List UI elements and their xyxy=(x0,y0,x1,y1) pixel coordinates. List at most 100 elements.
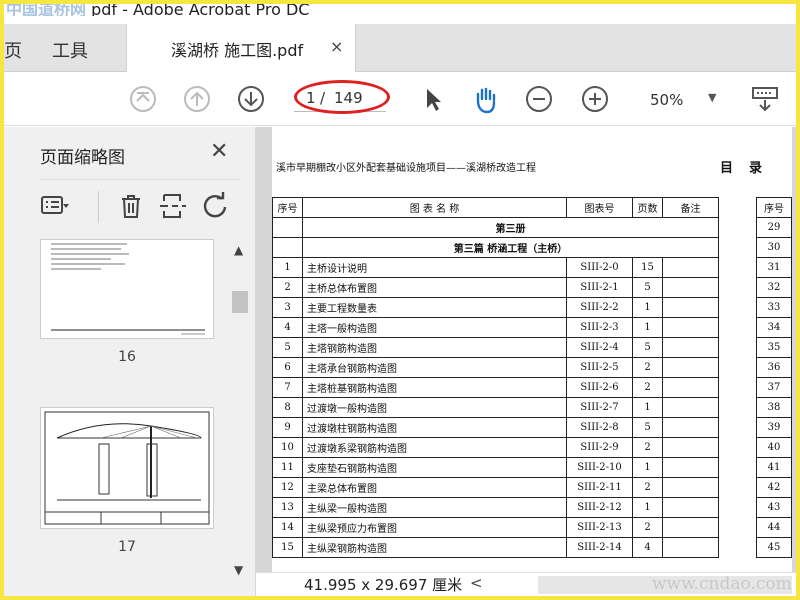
table-row: 12 主梁总体布置图 SIII-2-11 2 xyxy=(272,477,719,498)
cell-remark xyxy=(662,537,719,558)
cell-no: 32 xyxy=(756,277,792,298)
zoom-in-icon[interactable] xyxy=(580,84,610,114)
cell-code: SIII-2-12 xyxy=(566,497,633,518)
cell-code: SIII-2-11 xyxy=(566,477,633,498)
scroll-up-icon[interactable]: ▲ xyxy=(234,243,243,257)
cell-code: SIII-2-1 xyxy=(566,277,633,298)
rotate-icon[interactable] xyxy=(200,191,230,221)
hand-tool-icon[interactable] xyxy=(470,84,500,114)
table-row: 10 过渡墩系梁钢筋构造图 SIII-2-9 2 xyxy=(272,437,719,458)
tab-tools[interactable]: 工具 xyxy=(52,37,88,63)
tab-close-icon[interactable]: × xyxy=(330,37,343,56)
table-row: 38 xyxy=(756,397,792,418)
cell-pages: 2 xyxy=(632,477,663,498)
cell-pages: 15 xyxy=(632,257,663,278)
page-17-preview xyxy=(44,411,210,525)
options-menu-icon[interactable] xyxy=(40,191,70,221)
cell-no: 30 xyxy=(756,237,792,258)
table-row: 4 主塔一般构造图 SIII-2-3 1 xyxy=(272,317,719,338)
cell-no: 35 xyxy=(756,337,792,358)
cell-name: 过渡墩柱钢筋构造图 xyxy=(302,417,567,438)
contents-table-continued: 序号 29 30 31 32 33 34 35 36 37 38 39 40 41 42 43 44 45 xyxy=(756,197,792,558)
header-remark: 备注 xyxy=(662,197,719,218)
cell-pages: 2 xyxy=(632,517,663,538)
toolbar: 1 / 149 50% ▼ xyxy=(4,72,796,126)
cell-pages: 5 xyxy=(632,337,663,358)
table-row: 36 xyxy=(756,357,792,378)
scroll-left-icon[interactable]: < xyxy=(470,574,483,592)
cell-remark xyxy=(662,457,719,478)
cell-no: 7 xyxy=(272,377,303,398)
table-row: 7 主塔桩基钢筋构造图 SIII-2-6 2 xyxy=(272,377,719,398)
first-page-icon[interactable] xyxy=(128,84,158,114)
previous-page-icon[interactable] xyxy=(182,84,212,114)
cell-code: SIII-2-2 xyxy=(566,297,633,318)
zoom-select[interactable]: 50% ▼ xyxy=(634,89,726,113)
cell-no: 43 xyxy=(756,497,792,518)
cell-name: 主要工程数量表 xyxy=(302,297,567,318)
header-no: 序号 xyxy=(272,197,303,218)
cell-no: 34 xyxy=(756,317,792,338)
page-thumbnail[interactable] xyxy=(40,239,214,339)
table-row: 42 xyxy=(756,477,792,498)
cell-no: 37 xyxy=(756,377,792,398)
page-thumbnail[interactable] xyxy=(40,407,214,529)
cell-remark xyxy=(662,497,719,518)
cell-no: 2 xyxy=(272,277,303,298)
table-row: 13 主纵梁一般构造图 SIII-2-12 1 xyxy=(272,497,719,518)
cell-no: 12 xyxy=(272,477,303,498)
chapter-row: 第三篇 桥涵工程（主桥） xyxy=(272,237,719,258)
cell-no: 31 xyxy=(756,257,792,278)
table-row: 5 主塔钢筋构造图 SIII-2-4 5 xyxy=(272,337,719,358)
cell-code: SIII-2-13 xyxy=(566,517,633,538)
table-row: 31 xyxy=(756,257,792,278)
cell-code: SIII-2-5 xyxy=(566,357,633,378)
cell-pages: 2 xyxy=(632,437,663,458)
table-row: 29 xyxy=(756,217,792,238)
chevron-down-icon[interactable]: ▼ xyxy=(708,91,716,104)
cell-name: 主纵梁钢筋构造图 xyxy=(302,537,567,558)
cell-name: 主塔钢筋构造图 xyxy=(302,337,567,358)
cell-no: 45 xyxy=(756,537,792,558)
cell-code: SIII-2-3 xyxy=(566,317,633,338)
title-watermark: 中国道桥网 xyxy=(6,4,87,16)
tab-bar: 页 工具 溪湖桥 施工图.pdf × xyxy=(4,24,796,72)
cell-no: 14 xyxy=(272,517,303,538)
table-row: 39 xyxy=(756,417,792,438)
table-header-row: 序号 图 表 名 称 图表号 页数 备注 xyxy=(272,197,719,218)
zoom-out-icon[interactable] xyxy=(524,84,554,114)
document-heading: 溪市早期棚改小区外配套基础设施项目——溪湖桥改造工程 xyxy=(276,163,536,174)
scroll-down-icon[interactable]: ▼ xyxy=(234,563,243,577)
cell-no: 4 xyxy=(272,317,303,338)
close-icon[interactable]: ✕ xyxy=(210,139,228,164)
cell-no: 33 xyxy=(756,297,792,318)
trash-icon[interactable] xyxy=(116,191,146,221)
cell-remark xyxy=(662,397,719,418)
tab-home[interactable]: 页 xyxy=(4,37,22,63)
tab-document[interactable]: 溪湖桥 施工图.pdf × xyxy=(126,24,356,72)
thumbnail-scrollbar[interactable]: ▲ ▼ xyxy=(230,239,248,584)
cell-no: 5 xyxy=(272,337,303,358)
table-row: 2 主桥总体布置图 SIII-2-1 5 xyxy=(272,277,719,298)
cell-remark xyxy=(662,357,719,378)
next-page-icon[interactable] xyxy=(236,84,266,114)
cell-pages: 5 xyxy=(632,277,663,298)
cell-name: 主塔承台钢筋构造图 xyxy=(302,357,567,378)
select-cursor-icon[interactable] xyxy=(418,84,448,114)
page-dimensions: 41.995 x 29.697 厘米 xyxy=(304,576,463,594)
table-row: 34 xyxy=(756,317,792,338)
table-row: 33 xyxy=(756,297,792,318)
table-row: 30 xyxy=(756,237,792,258)
thumbnails-panel: 页面缩略图 ✕ 16 17 ▲ ▼ xyxy=(4,127,256,596)
site-watermark: www.cndao.com xyxy=(652,574,792,594)
extract-pages-icon[interactable] xyxy=(158,191,188,221)
table-row: 40 xyxy=(756,437,792,458)
scrollbar-thumb[interactable] xyxy=(232,291,248,313)
cell-remark xyxy=(662,317,719,338)
panel-toolbar xyxy=(40,189,240,223)
cell-no: 44 xyxy=(756,517,792,538)
highlight-annotation xyxy=(294,80,390,114)
cell-name: 主纵梁一般构造图 xyxy=(302,497,567,518)
keyboard-icon[interactable] xyxy=(750,84,780,114)
cell-remark xyxy=(662,337,719,358)
